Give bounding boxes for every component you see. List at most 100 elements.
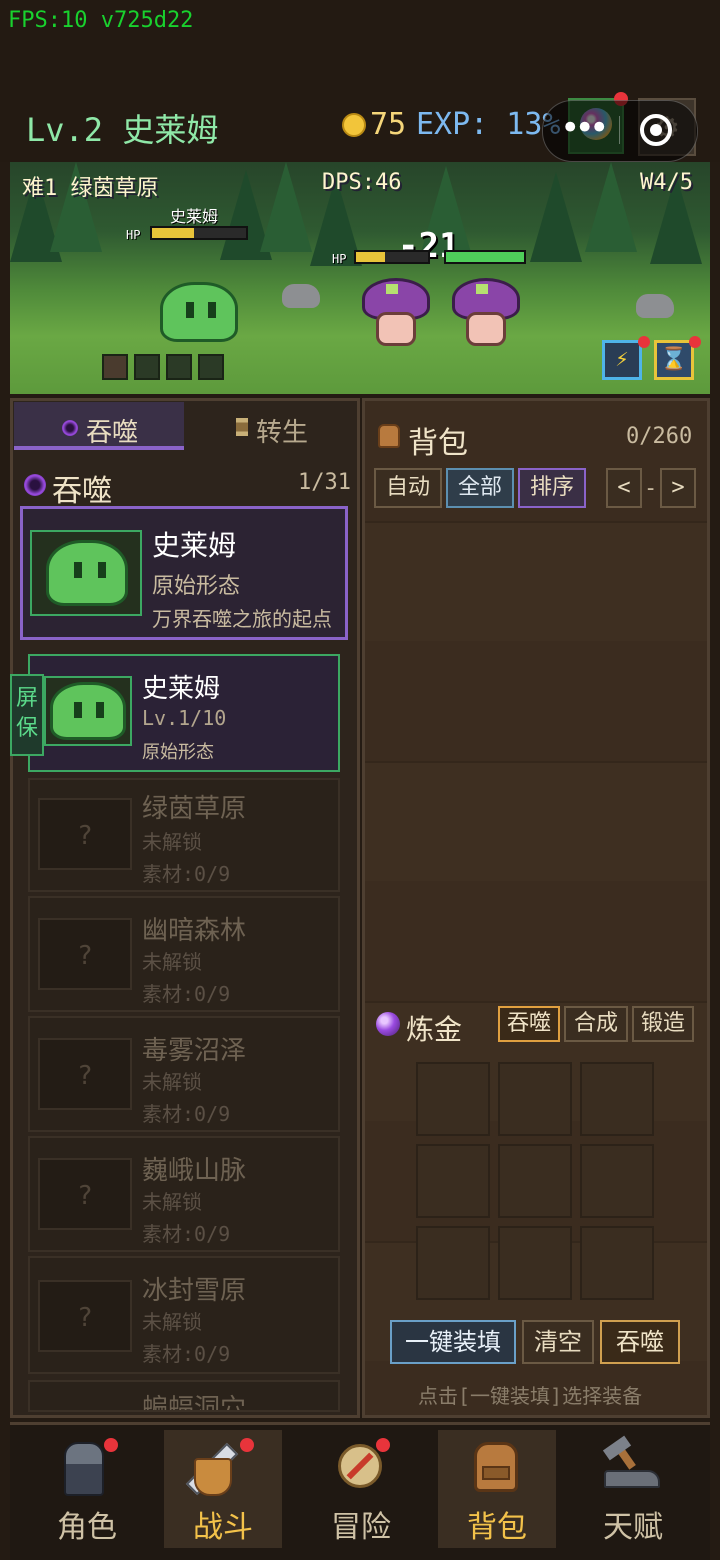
enemy-hp-fill [446,252,524,262]
locked-status: 未解锁 [142,830,202,854]
slime-eye [186,302,194,318]
tab-devour-label: 吞噬 [86,418,139,448]
screensaver-char: 保 [15,716,38,741]
locked-name: 冰封雪原 [142,1276,247,1306]
notification-dot [638,336,650,348]
sort-button[interactable]: 排序 [518,468,586,508]
current-name: 史莱姆 [142,674,221,704]
alchemy-slot[interactable] [416,1226,490,1300]
locked-status: 未解锁 [142,1070,202,1094]
nav-label: 背包 [467,1510,527,1545]
gold-amount: 75 [370,107,407,142]
mushroom-spot [476,284,488,294]
alchemy-tab-synthesize[interactable]: 合成 [564,1006,628,1042]
notification-dot [689,336,701,348]
alchemy-slot[interactable] [416,1062,490,1136]
speed-up-icon[interactable]: ⚡ [602,340,642,380]
locked-thumbnail: ? [38,1280,132,1352]
enemy-hp-bar [444,250,526,264]
locked-material: 素材:0/9 [142,1222,231,1246]
nav-label: 天赋 [603,1510,663,1545]
mushroom-stem [376,312,416,346]
mushroom-spot [386,284,398,294]
backpack-icon [378,424,400,448]
section-title: 吞噬 [52,474,112,509]
bag-title: 背包 [408,426,468,461]
more-menu-icon[interactable]: ••• [560,108,609,148]
featured-name: 史莱姆 [152,529,237,562]
enemy-hp-fill [356,252,385,262]
knight-icon [64,1442,104,1496]
skill-slot[interactable] [102,354,128,380]
page-indicator: - [644,476,658,501]
devour-orb-icon [62,420,78,436]
nav-item-character[interactable]: 角色 [28,1430,146,1548]
alchemy-tab-forge[interactable]: 锻造 [632,1006,694,1042]
alchemy-slot[interactable] [580,1062,654,1136]
prev-page-button[interactable]: < [606,468,642,508]
filter-all-button[interactable]: 全部 [446,468,514,508]
hourglass-icon[interactable]: ⌛ [654,340,694,380]
locked-name: 幽暗森林 [142,916,247,946]
featured-desc: 万界吞噬之旅的起点 [152,607,332,631]
alchemy-slot[interactable] [580,1226,654,1300]
mushroom-stem [466,312,506,346]
rock [282,284,320,308]
locked-name: 绿茵草原 [142,794,247,824]
locked-material: 素材:0/9 [142,1102,231,1126]
nav-item-bag[interactable]: 背包 [438,1430,556,1548]
tab-rebirth[interactable]: 转生 [256,412,308,449]
notification-dot [104,1438,118,1452]
locked-thumbnail: ? [38,918,132,990]
slime-eye [74,562,82,578]
slime-eye [74,702,82,718]
rock [636,294,674,318]
locked-name: 毒雾沼泽 [142,1036,247,1066]
alchemy-slot[interactable] [416,1144,490,1218]
slime-eye [208,302,216,318]
nav-item-adventure[interactable]: 冒险 [302,1430,420,1548]
locked-thumbnail: ? [38,1038,132,1110]
crystal-ball-icon [376,1012,400,1036]
player-hp-fill [152,228,195,238]
notification-dot [240,1438,254,1452]
alchemy-slot[interactable] [498,1062,572,1136]
nav-item-battle[interactable]: 战斗 [164,1430,282,1548]
exp-percent: EXP: 13% [416,107,561,142]
fps-counter: FPS:10 v725d22 [8,8,194,33]
devour-action-button[interactable]: 吞噬 [600,1320,680,1364]
featured-form: 原始形态 [152,574,241,599]
alchemy-slot[interactable] [498,1144,572,1218]
screensaver-button[interactable]: 屏 保 [10,674,44,756]
player-slime [160,282,238,342]
nav-label: 冒险 [331,1510,391,1545]
player-level: Lv.2 史莱姆 [26,111,219,149]
auto-fill-button[interactable]: 一键装填 [390,1320,516,1364]
anvil-icon [604,1470,660,1488]
zone-label: 难1 绿茵草原 [22,176,159,201]
hourglass-icon [236,418,248,436]
alchemy-tab-devour[interactable]: 吞噬 [498,1006,560,1042]
wave-label: W4/5 [640,170,693,195]
locked-material: 素材:0/9 [142,982,231,1006]
filter-auto-button[interactable]: 自动 [374,468,442,508]
locked-creature-card[interactable]: 蝙蝠洞穴 [28,1380,340,1412]
shield-icon [194,1458,232,1496]
alchemy-slot[interactable] [498,1226,572,1300]
alchemy-slot[interactable] [580,1144,654,1218]
next-page-button[interactable]: > [660,468,696,508]
locked-thumbnail: ? [38,798,132,870]
locked-status: 未解锁 [142,950,202,974]
backpack-pocket [482,1466,510,1480]
hp-label: HP [332,252,347,266]
clear-button[interactable]: 清空 [522,1320,594,1364]
nav-item-talent[interactable]: 天赋 [574,1430,692,1548]
skill-slot[interactable] [134,354,160,380]
hp-label: HP [126,228,141,242]
enemy-hp-bar [354,250,430,264]
current-form: 原始形态 [142,742,214,763]
locked-status: 未解锁 [142,1310,202,1334]
locked-material: 素材:0/9 [142,1342,231,1366]
skill-slot[interactable] [166,354,192,380]
skill-slot[interactable] [198,354,224,380]
